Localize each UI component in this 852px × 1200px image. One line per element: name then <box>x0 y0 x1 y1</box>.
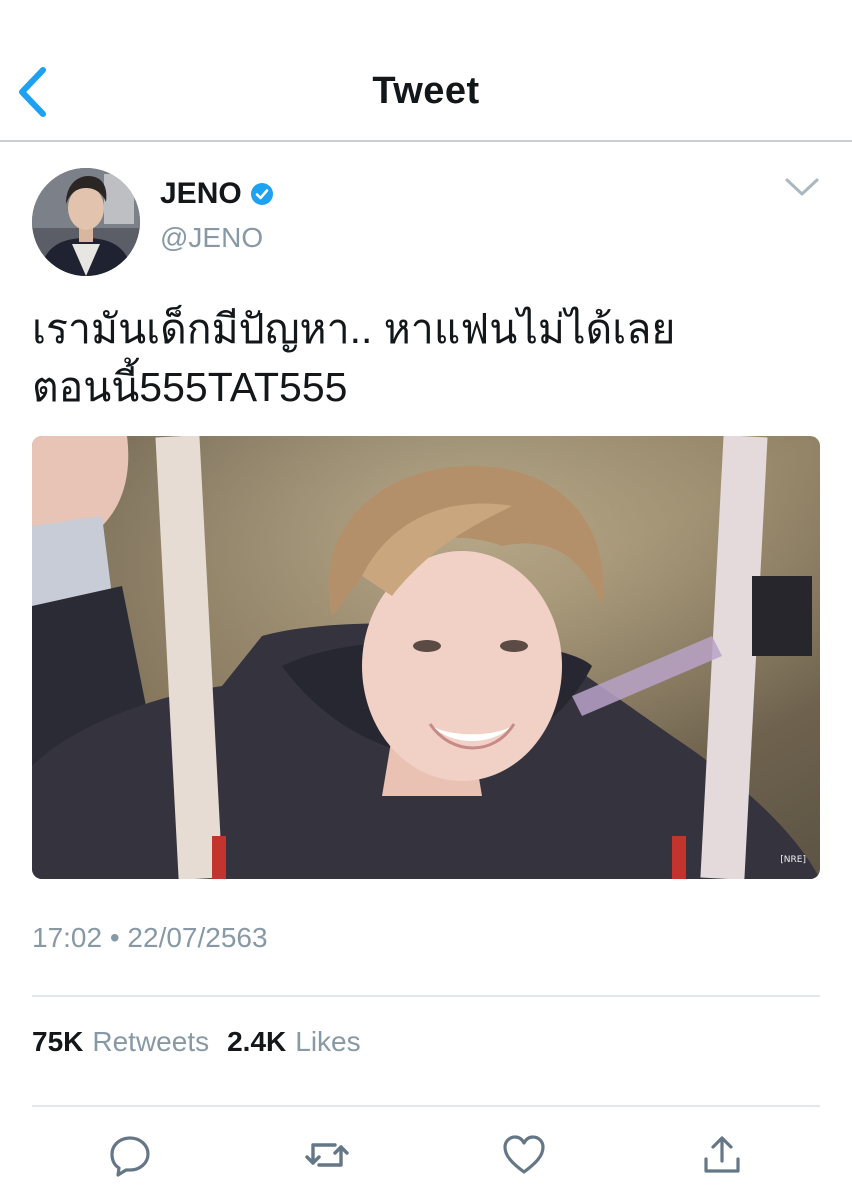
reply-button[interactable] <box>108 1133 152 1177</box>
avatar[interactable] <box>32 168 140 276</box>
more-options-button[interactable] <box>782 172 822 202</box>
divider <box>32 1105 820 1107</box>
likes-count: 2.4K <box>227 1026 287 1057</box>
display-name: JENO <box>160 177 242 210</box>
retweets-count: 75K <box>32 1026 84 1057</box>
retweet-icon <box>305 1143 349 1167</box>
likes-label: Likes <box>295 1026 361 1057</box>
reply-icon <box>110 1136 150 1177</box>
tweet-timestamp: 17:02 • 22/07/2563 <box>32 922 268 953</box>
tweet-media-image[interactable]: [NRE] <box>32 436 820 879</box>
chevron-down-icon <box>785 178 819 196</box>
share-button[interactable] <box>700 1133 744 1177</box>
author-handle[interactable]: @JENO <box>160 222 263 254</box>
like-button[interactable] <box>502 1133 546 1177</box>
share-icon <box>704 1136 740 1173</box>
media-watermark: [NRE] <box>780 855 806 865</box>
divider <box>32 995 820 997</box>
retweet-button[interactable] <box>305 1133 349 1177</box>
likes-stat[interactable]: 2.4K Likes <box>227 1026 361 1058</box>
retweets-label: Retweets <box>92 1026 210 1057</box>
avatar-image <box>32 168 140 276</box>
top-bar: Tweet <box>0 0 852 142</box>
photo <box>32 436 820 879</box>
page-title: Tweet <box>372 70 480 112</box>
retweets-stat[interactable]: 75K Retweets <box>32 1026 209 1058</box>
tweet-stats: 75K Retweets 2.4K Likes <box>32 1026 379 1058</box>
author-name-row[interactable]: JENO <box>160 176 274 212</box>
like-icon <box>503 1135 545 1174</box>
verified-badge-icon <box>250 183 273 205</box>
tweet-text: เรามันเด็กมีปัญหา.. หาแฟนไม่ได้เลย ตอนนี… <box>32 306 676 410</box>
